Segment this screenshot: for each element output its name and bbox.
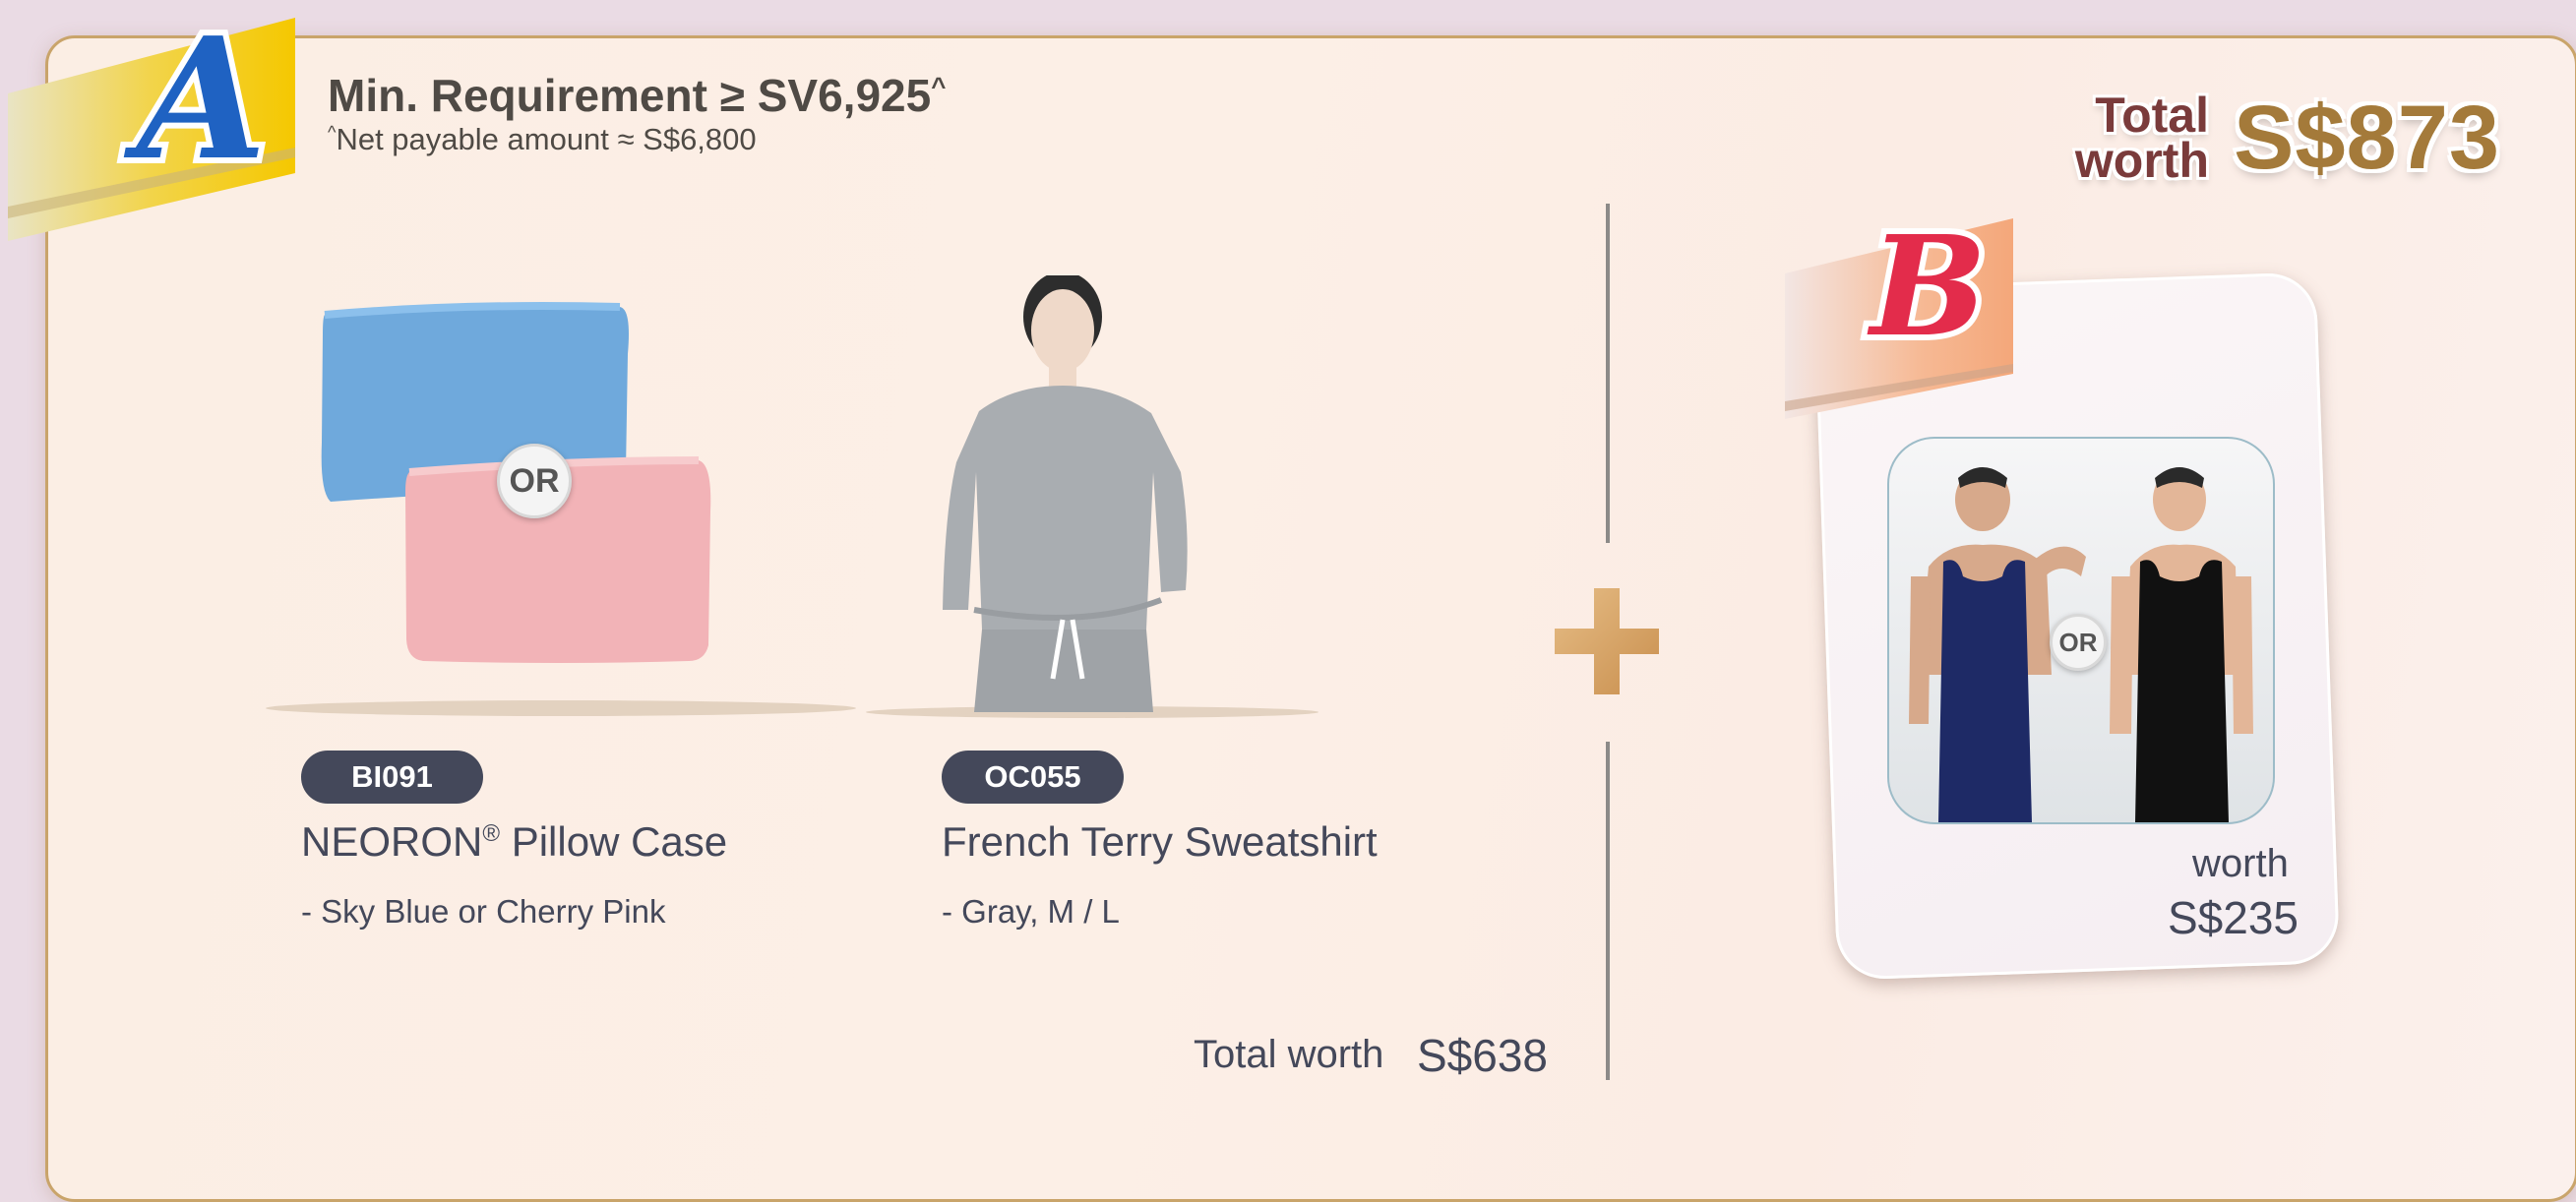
- total-worth-label: Total worth: [2074, 88, 2209, 188]
- subtotal-amount: S$638: [1417, 1030, 1549, 1081]
- product-variant: - Gray, M / L: [942, 893, 1120, 930]
- svg-text:B: B: [1867, 207, 1987, 368]
- product-code-badge: OC055: [942, 751, 1124, 804]
- product-code-badge: BI091: [301, 751, 483, 804]
- tier-b-badge: B: [1785, 201, 2013, 419]
- total-worth-amount: S$873: [2234, 88, 2501, 188]
- product-name: NEORON® Pillow Case: [301, 818, 728, 865]
- or-badge-pillow: OR: [497, 444, 572, 518]
- product-name: French Terry Sweatshirt: [942, 818, 1378, 865]
- product-variant: - Sky Blue or Cherry Pink: [301, 893, 666, 930]
- or-badge-tank: OR: [2050, 614, 2107, 671]
- sweatshirt-image: [866, 275, 1319, 718]
- requirement-note: ^Net payable amount ≈ S$6,800: [328, 122, 757, 156]
- pillow-case-image: [266, 302, 856, 716]
- tier-a-badge: A: [8, 0, 295, 241]
- gift-b-amount: S$235: [2168, 892, 2300, 943]
- divider: [1606, 742, 1610, 1080]
- requirement-title: Min. Requirement ≥ SV6,925^: [328, 70, 947, 121]
- plus-icon: [1555, 588, 1659, 694]
- svg-text:A: A: [123, 1, 267, 198]
- divider: [1606, 204, 1610, 543]
- gift-b-worth-label: worth: [2192, 842, 2289, 885]
- subtotal-label: Total worth: [1194, 1033, 1384, 1076]
